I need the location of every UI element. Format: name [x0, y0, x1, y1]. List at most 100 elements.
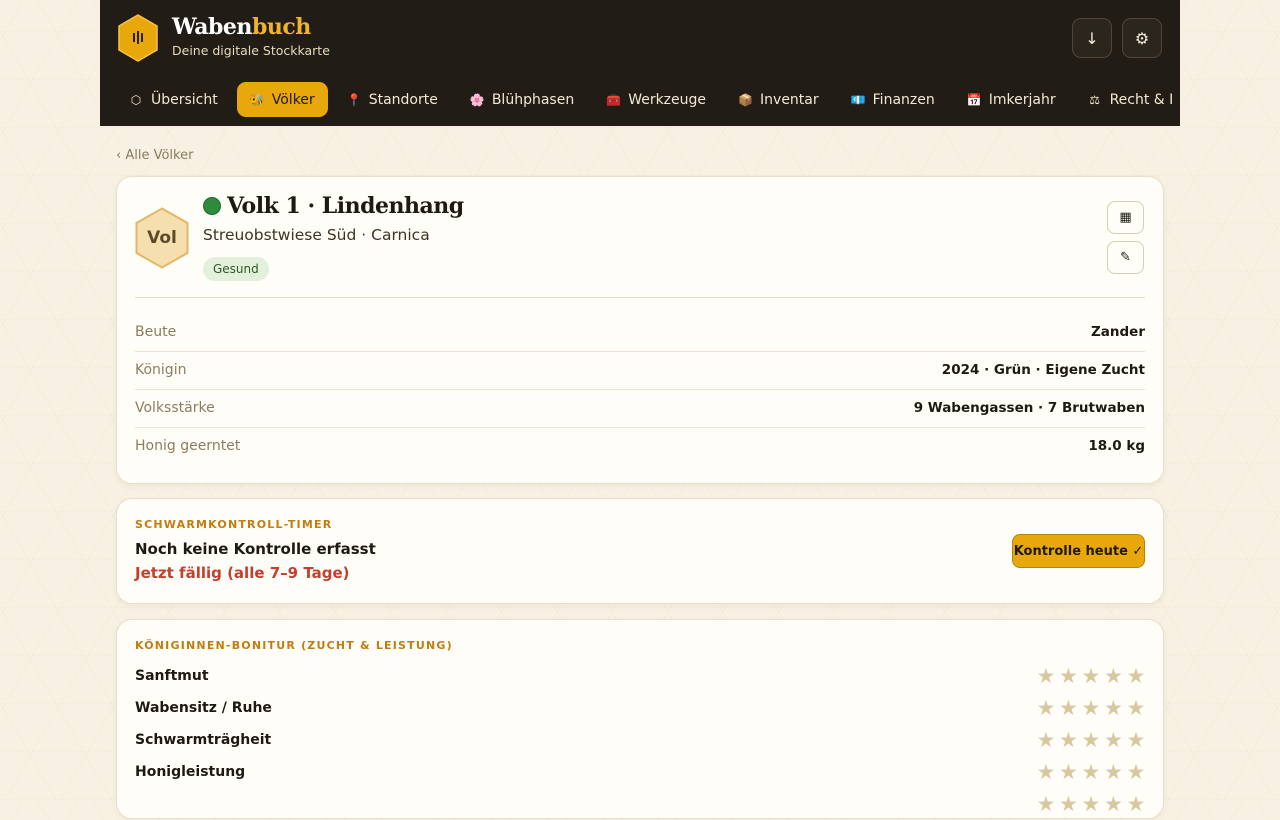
- star-icon[interactable]: ★: [1104, 729, 1123, 751]
- rating-row: Honigleistung ★ ★ ★ ★ ★: [135, 756, 1145, 788]
- detail-row-honig: Honig geerntet 18.0 kg: [135, 427, 1145, 465]
- star-icon[interactable]: ★: [1082, 793, 1101, 815]
- divider: [135, 297, 1145, 298]
- tab-label: Blühphasen: [491, 91, 575, 108]
- star-rating: ★ ★ ★ ★ ★: [1037, 697, 1146, 719]
- tab-imkerjahr[interactable]: 📅 Imkerjahr: [954, 82, 1069, 117]
- tab-label: Recht & I: [1109, 91, 1174, 108]
- brand-title-main: Waben: [172, 14, 252, 40]
- swarm-timer-card: SCHWARMKONTROLL-TIMER Noch keine Kontrol…: [116, 498, 1164, 604]
- tab-bluehphasen[interactable]: 🌸 Blühphasen: [457, 82, 587, 117]
- star-icon[interactable]: ★: [1082, 761, 1101, 783]
- qr-code-icon: ▦: [1119, 210, 1132, 225]
- tab-label: Werkzeuge: [628, 91, 707, 108]
- star-icon[interactable]: ★: [1059, 793, 1078, 815]
- rating-row: Wabensitz / Ruhe ★ ★ ★ ★ ★: [135, 692, 1145, 724]
- star-icon[interactable]: ★: [1037, 761, 1056, 783]
- brand-subtitle: Deine digitale Stockkarte: [172, 43, 330, 58]
- detail-key: Königin: [135, 362, 187, 378]
- star-icon[interactable]: ★: [1127, 729, 1146, 751]
- colony-subtitle: Streuobstwiese Süd · Carnica: [203, 226, 430, 244]
- detail-value: 18.0 kg: [1088, 438, 1145, 454]
- tab-standorte[interactable]: 📍 Standorte: [334, 82, 451, 117]
- star-icon[interactable]: ★: [1059, 761, 1078, 783]
- star-icon[interactable]: ★: [1037, 665, 1056, 687]
- qr-code-button[interactable]: ▦: [1107, 201, 1144, 234]
- detail-row-beute: Beute Zander: [135, 313, 1145, 351]
- tab-werkzeuge[interactable]: 🧰 Werkzeuge: [593, 82, 719, 117]
- bee-icon: 🐝: [249, 92, 265, 107]
- colony-title: Volk 1 · Lindenhang: [203, 193, 464, 219]
- rating-label: Honigleistung: [135, 764, 246, 780]
- scales-icon: ⚖: [1089, 92, 1100, 107]
- section-label: SCHWARMKONTROLL-TIMER: [135, 518, 333, 531]
- star-icon[interactable]: ★: [1104, 697, 1123, 719]
- tab-finanzen[interactable]: 💶 Finanzen: [838, 82, 948, 117]
- brand-title-accent: buch: [251, 14, 311, 40]
- rating-row: ★ ★ ★ ★ ★: [135, 788, 1146, 820]
- detail-key: Beute: [135, 324, 177, 340]
- star-icon[interactable]: ★: [1037, 793, 1056, 815]
- star-icon[interactable]: ★: [1127, 761, 1146, 783]
- detail-key: Honig geerntet: [135, 438, 241, 454]
- tab-label: Übersicht: [151, 91, 218, 108]
- download-button[interactable]: ↓: [1072, 18, 1112, 58]
- star-rating: ★ ★ ★ ★ ★: [1037, 761, 1146, 783]
- money-icon: 💶: [850, 92, 866, 107]
- rating-label: Wabensitz / Ruhe: [135, 700, 272, 716]
- star-icon[interactable]: ★: [1127, 793, 1146, 815]
- package-icon: 📦: [738, 92, 753, 107]
- section-label: KÖNIGINNEN-BONITUR (ZUCHT & LEISTUNG): [135, 639, 453, 652]
- star-icon[interactable]: ★: [1127, 697, 1146, 719]
- timer-due: Jetzt fällig (alle 7–9 Tage): [135, 564, 350, 582]
- star-icon[interactable]: ★: [1037, 697, 1056, 719]
- timer-status: Noch keine Kontrolle erfasst: [135, 540, 376, 558]
- star-icon[interactable]: ★: [1059, 697, 1078, 719]
- pin-icon: 📍: [346, 92, 362, 107]
- star-icon[interactable]: ★: [1082, 697, 1101, 719]
- detail-row-volksstaerke: Volksstärke 9 Wabengassen · 7 Brutwaben: [135, 389, 1145, 427]
- tab-inventar[interactable]: 📦 Inventar: [725, 82, 832, 117]
- brand-title: Wabenbuch: [172, 12, 330, 42]
- colony-profile-card: Vol Volk 1 · Lindenhang Streuobstwiese S…: [116, 176, 1164, 484]
- star-icon[interactable]: ★: [1082, 665, 1101, 687]
- star-icon[interactable]: ★: [1104, 761, 1123, 783]
- tab-recht[interactable]: ⚖ Recht & I: [1075, 82, 1180, 117]
- colony-name: Volk 1 · Lindenhang: [227, 193, 464, 219]
- status-badge: Gesund: [203, 257, 269, 281]
- rating-row: Sanftmut ★ ★ ★ ★ ★: [135, 660, 1145, 692]
- star-icon[interactable]: ★: [1104, 793, 1123, 815]
- settings-button[interactable]: ⚙: [1122, 18, 1162, 58]
- tab-label: Inventar: [760, 91, 819, 108]
- toolbox-icon: 🧰: [606, 92, 622, 107]
- tab-voelker[interactable]: 🐝 Völker: [236, 82, 328, 117]
- detail-key: Volksstärke: [135, 400, 215, 416]
- tab-label: Imkerjahr: [988, 91, 1056, 108]
- rating-row: Schwarmträgheit ★ ★ ★ ★ ★: [135, 724, 1145, 756]
- edit-button[interactable]: ✎: [1107, 241, 1144, 274]
- back-link[interactable]: ‹ Alle Völker: [116, 148, 193, 163]
- control-today-button[interactable]: Kontrolle heute ✓: [1012, 534, 1145, 568]
- pencil-icon: ✎: [1120, 250, 1131, 265]
- status-dot-icon: [203, 197, 221, 215]
- honeycomb-logo-icon: [118, 14, 158, 62]
- detail-value: 2024 · Grün · Eigene Zucht: [941, 362, 1145, 378]
- star-icon[interactable]: ★: [1059, 665, 1078, 687]
- detail-value: Zander: [1091, 324, 1145, 340]
- star-icon[interactable]: ★: [1037, 729, 1056, 751]
- brand: Wabenbuch Deine digitale Stockkarte: [172, 12, 330, 58]
- star-icon[interactable]: ★: [1104, 665, 1123, 687]
- tab-uebersicht[interactable]: ⬡ Übersicht: [116, 82, 231, 117]
- star-icon[interactable]: ★: [1082, 729, 1101, 751]
- calendar-icon: 📅: [966, 92, 982, 107]
- detail-value: 9 Wabengassen · 7 Brutwaben: [913, 400, 1145, 416]
- top-bar: Wabenbuch Deine digitale Stockkarte ↓ ⚙ …: [100, 0, 1180, 126]
- star-rating: ★ ★ ★ ★ ★: [1037, 793, 1146, 815]
- queen-rating-card: KÖNIGINNEN-BONITUR (ZUCHT & LEISTUNG) Sa…: [116, 619, 1164, 819]
- tab-label: Standorte: [368, 91, 438, 108]
- rating-label: Sanftmut: [135, 668, 209, 684]
- star-icon[interactable]: ★: [1127, 665, 1146, 687]
- rating-label: Schwarmträgheit: [135, 732, 272, 748]
- download-icon: ↓: [1085, 28, 1099, 48]
- star-icon[interactable]: ★: [1059, 729, 1078, 751]
